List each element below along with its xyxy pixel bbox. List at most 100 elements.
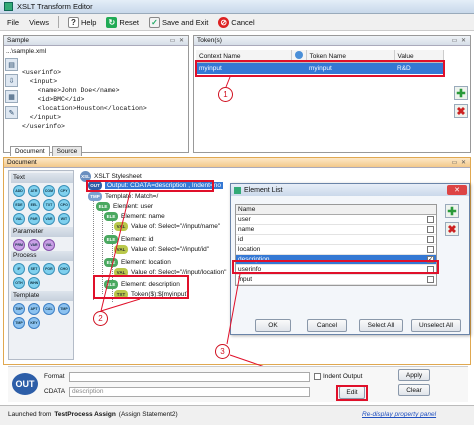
cancel-button[interactable]: ⊘ Cancel: [214, 15, 258, 30]
select-all-button[interactable]: Select All: [359, 319, 403, 332]
format-label: Format: [44, 373, 65, 380]
tree-node-val[interactable]: VAL Value of: Select="//input/id": [114, 245, 209, 254]
palette-item-tmp-icon[interactable]: TMP: [58, 303, 70, 315]
add-token-button[interactable]: ✚: [454, 86, 468, 100]
palette-item-whn-icon[interactable]: WHN: [28, 277, 40, 289]
tree-node-ele[interactable]: ELE Element: id: [104, 235, 154, 244]
palette-item-var-icon[interactable]: VAR: [43, 213, 55, 225]
tree-node-ele[interactable]: ELE Element: user: [96, 202, 153, 211]
tree-node-val[interactable]: VAL Value of: Select="//input/location": [114, 268, 226, 277]
element-list-item[interactable]: location: [236, 245, 436, 255]
palette-item-if-icon[interactable]: IF: [13, 263, 25, 275]
add-element-button[interactable]: ✚: [445, 204, 459, 218]
palette-item-key-icon[interactable]: KEY: [28, 317, 40, 329]
save-exit-button[interactable]: ✓ Save and Exit: [145, 15, 212, 30]
element-list-item[interactable]: input: [236, 275, 436, 285]
panel-controls-icon[interactable]: ▭ ✕: [452, 159, 467, 166]
palette-item-set-icon[interactable]: SET: [28, 263, 40, 275]
element-list-item[interactable]: userinfo: [236, 265, 436, 275]
element-checkbox[interactable]: [427, 236, 434, 243]
tree-node-ele[interactable]: ELE Element: description: [104, 280, 180, 289]
palette-item-eel-icon[interactable]: EEL: [28, 199, 40, 211]
tree-node-ele[interactable]: ELE Element: location: [104, 258, 171, 267]
palette-item-cal-icon[interactable]: CAL: [43, 303, 55, 315]
close-icon[interactable]: ✕: [447, 185, 467, 195]
format-field[interactable]: [69, 372, 310, 382]
tree-node-val[interactable]: TXT Token($):$[myinput]: [114, 290, 188, 299]
element-checkbox[interactable]: [427, 246, 434, 253]
element-checkbox[interactable]: [427, 266, 434, 273]
palette-item-txt-icon[interactable]: TXT: [43, 199, 55, 211]
element-checkbox[interactable]: [427, 276, 434, 283]
callout-3: 3: [215, 344, 230, 359]
reset-button[interactable]: ↻ Reset: [102, 15, 143, 30]
palette-item-atr-icon[interactable]: ATR: [28, 185, 40, 197]
element-list-item[interactable]: id: [236, 235, 436, 245]
title-bar: XSLT Transform Editor: [0, 0, 474, 14]
element-list-item[interactable]: name: [236, 225, 436, 235]
element-checkbox[interactable]: [427, 216, 434, 223]
palette-item-cpo-icon[interactable]: CPO: [58, 199, 70, 211]
palette-item-tmp-icon[interactable]: TMP: [13, 317, 25, 329]
indent-output-toggle[interactable]: Indent Output: [314, 373, 362, 380]
cdata-field[interactable]: description: [69, 387, 310, 397]
launched-from-text: Launched from TestProcess Assign (Assign…: [8, 411, 178, 418]
view-icon[interactable]: ▦: [5, 90, 18, 103]
palette-item-cpy-icon[interactable]: CPY: [58, 185, 70, 197]
node-ele-icon: ELE: [104, 280, 118, 289]
palette-item-par-icon[interactable]: PAR: [28, 213, 40, 225]
element-checkbox[interactable]: ✓: [427, 256, 434, 263]
dialog-cancel-button[interactable]: Cancel: [307, 319, 347, 332]
edit-icon[interactable]: ✎: [5, 106, 18, 119]
tree-node-tmp[interactable]: TMP Template: Match=/: [88, 192, 158, 201]
clear-button[interactable]: Clear: [398, 384, 430, 396]
palette-item-val-icon[interactable]: VAL: [13, 213, 25, 225]
apply-button[interactable]: Apply: [398, 369, 430, 381]
tree-node-label: XSLT Stylesheet: [94, 173, 142, 180]
globe-icon[interactable]: [291, 50, 307, 63]
palette-item-for-icon[interactable]: FOR: [43, 263, 55, 275]
tree-node-val[interactable]: VAL Value of: Select="//input/name": [114, 222, 220, 231]
col-value[interactable]: Value: [394, 50, 444, 63]
palette-item-var-icon[interactable]: VAR: [28, 239, 40, 251]
panel-controls-icon[interactable]: ▭ ✕: [170, 37, 185, 44]
palette-item-apt-icon[interactable]: APT: [28, 303, 40, 315]
help-button[interactable]: ? Help: [64, 15, 100, 30]
edit-button[interactable]: Edit: [339, 386, 365, 399]
ok-button[interactable]: OK: [255, 319, 291, 332]
redisplay-link[interactable]: Re-display property panel: [362, 411, 436, 418]
tab-source[interactable]: Source: [51, 146, 83, 156]
col-context-name[interactable]: Context Name: [196, 50, 292, 63]
palette-item-ede-icon[interactable]: EDE: [13, 199, 25, 211]
element-list-item[interactable]: user: [236, 215, 436, 225]
element-checkbox[interactable]: [427, 226, 434, 233]
palette-item-oth-icon[interactable]: OTH: [13, 277, 25, 289]
open-file-icon[interactable]: ▤: [5, 58, 18, 71]
remove-element-button[interactable]: ✖: [445, 222, 459, 236]
node-out-icon: OUT: [88, 181, 102, 190]
token-row[interactable]: myinput myinput R&D: [196, 62, 444, 74]
token-panel: Token(s) ▭ ✕ Context Name Token Name Val…: [193, 35, 471, 153]
element-name: input: [238, 276, 253, 283]
element-list-item[interactable]: description ✓: [236, 255, 436, 265]
tree-node-out[interactable]: OUT Output: CDATA=description , Indent=no: [88, 181, 223, 190]
col-token-name[interactable]: Token Name: [306, 50, 395, 63]
palette-item-tmp-icon[interactable]: TMP: [13, 303, 25, 315]
palette-item-prm-icon[interactable]: PRM: [13, 239, 25, 251]
menu-file[interactable]: File: [3, 18, 23, 27]
palette-item-val-icon[interactable]: VAL: [43, 239, 55, 251]
palette-item-add-icon[interactable]: ADD: [13, 185, 25, 197]
indent-output-checkbox[interactable]: [314, 373, 321, 380]
tree-connector: [112, 243, 113, 257]
tab-document[interactable]: Document: [10, 146, 50, 156]
tree-node-ele[interactable]: ELE Element: name: [104, 212, 165, 221]
unselect-all-button[interactable]: Unselect All: [411, 319, 461, 332]
palette-item-wit-icon[interactable]: WIT: [58, 213, 70, 225]
reset-icon: ↻: [106, 16, 118, 28]
panel-controls-icon[interactable]: ▭ ✕: [452, 37, 467, 44]
palette-item-cho-icon[interactable]: CHO: [58, 263, 70, 275]
palette-item-com-icon[interactable]: COM: [43, 185, 55, 197]
remove-token-button[interactable]: ✖: [454, 104, 468, 118]
menu-views[interactable]: Views: [25, 18, 53, 27]
load-icon[interactable]: ⇩: [5, 74, 18, 87]
